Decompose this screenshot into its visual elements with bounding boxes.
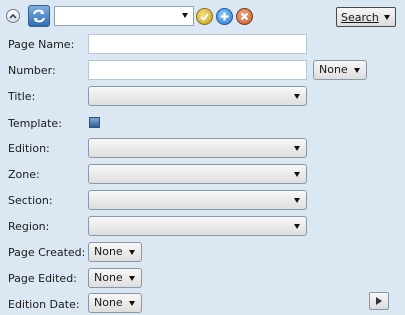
section-label: Section: bbox=[8, 194, 53, 207]
title-label: Title: bbox=[8, 90, 36, 103]
add-button[interactable] bbox=[216, 8, 233, 25]
number-option-select[interactable]: None bbox=[313, 60, 367, 80]
plus-icon bbox=[220, 12, 229, 21]
chevron-down-icon bbox=[354, 68, 360, 73]
chevron-down-icon bbox=[182, 13, 188, 18]
number-field[interactable] bbox=[88, 60, 307, 80]
refresh-icon bbox=[33, 9, 45, 23]
page-created-select[interactable]: None bbox=[88, 242, 142, 262]
cancel-button[interactable] bbox=[236, 8, 253, 25]
template-label: Template: bbox=[8, 117, 62, 130]
chevron-down-icon bbox=[294, 224, 300, 229]
title-select[interactable] bbox=[88, 86, 307, 106]
run-button[interactable] bbox=[369, 292, 389, 310]
section-select[interactable] bbox=[88, 190, 307, 210]
chevron-down-icon bbox=[129, 276, 135, 281]
chevron-up-icon bbox=[9, 13, 17, 19]
page-created-value: None bbox=[94, 245, 123, 258]
saved-query-select[interactable] bbox=[54, 6, 194, 26]
zone-select[interactable] bbox=[88, 164, 307, 184]
number-option-value: None bbox=[319, 63, 348, 76]
edition-date-label: Edition Date: bbox=[8, 298, 80, 311]
page-name-label: Page Name: bbox=[8, 38, 75, 51]
page-edited-label: Page Edited: bbox=[8, 272, 77, 285]
chevron-down-icon bbox=[294, 198, 300, 203]
page-created-label: Page Created: bbox=[8, 246, 86, 259]
edition-label: Edition: bbox=[8, 142, 50, 155]
template-checkbox[interactable] bbox=[89, 117, 100, 128]
region-select[interactable] bbox=[88, 216, 307, 236]
chevron-down-icon bbox=[294, 146, 300, 151]
region-label: Region: bbox=[8, 220, 50, 233]
chevron-down-icon bbox=[294, 172, 300, 177]
close-icon bbox=[240, 12, 249, 21]
chevron-down-icon bbox=[129, 301, 135, 306]
accept-button[interactable] bbox=[196, 8, 213, 25]
page-edited-value: None bbox=[94, 271, 123, 284]
search-button[interactable]: Search bbox=[336, 7, 396, 27]
page-edited-select[interactable]: None bbox=[88, 268, 142, 288]
number-label: Number: bbox=[8, 64, 56, 77]
edition-date-value: None bbox=[94, 296, 123, 309]
checkmark-icon bbox=[200, 13, 209, 21]
chevron-down-icon bbox=[129, 250, 135, 255]
play-icon bbox=[376, 297, 382, 305]
edition-date-select[interactable]: None bbox=[88, 293, 142, 313]
refresh-button[interactable] bbox=[28, 5, 50, 27]
chevron-down-icon bbox=[384, 15, 390, 20]
zone-label: Zone: bbox=[8, 168, 40, 181]
search-button-label: Search bbox=[341, 10, 379, 24]
page-name-field[interactable] bbox=[88, 34, 307, 54]
collapse-button[interactable] bbox=[6, 9, 20, 23]
edition-select[interactable] bbox=[88, 138, 307, 158]
chevron-down-icon bbox=[294, 94, 300, 99]
